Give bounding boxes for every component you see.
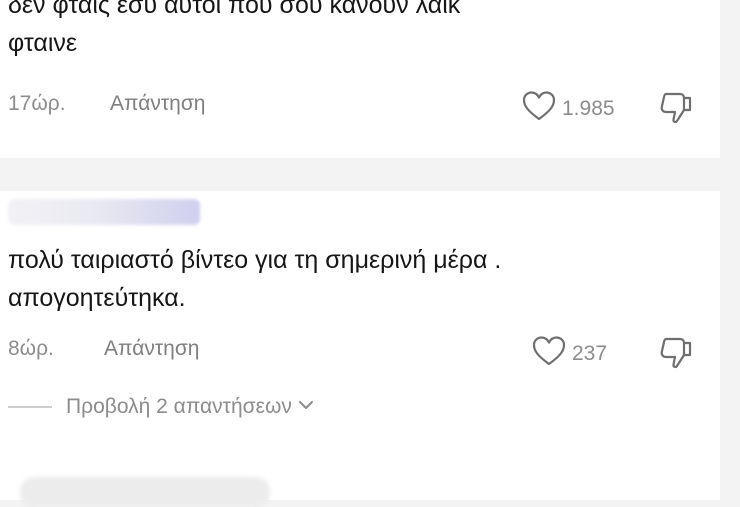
heart-icon	[522, 90, 556, 128]
reply-button[interactable]: Απάντηση	[104, 337, 199, 361]
comment-text: δεν φταις εσύ αυτοί που σου κάνουν λαικ …	[8, 0, 460, 62]
comment-timestamp: 8ώρ.	[8, 337, 54, 360]
comment-text-line-1: δεν φταις εσύ αυτοί που σου κάνουν λαικ	[8, 0, 461, 19]
like-count: 1.985	[562, 97, 615, 120]
comment-card: δεν φταις εσύ αυτοί που σου κάνουν λαικ …	[0, 0, 720, 158]
like-count: 237	[572, 342, 608, 365]
comment-timestamp: 17ώρ.	[8, 92, 66, 115]
thumbs-down-icon	[656, 92, 696, 129]
blurred-next-comment	[20, 477, 270, 507]
reply-button[interactable]: Απάντηση	[110, 92, 205, 116]
thumbs-down-icon	[656, 337, 696, 374]
blurred-username	[8, 199, 200, 225]
comment-meta: 17ώρ. Απάντηση 1.985	[8, 90, 720, 124]
like-button[interactable]: 1.985	[522, 90, 615, 128]
comment-card: πολύ ταιριαστό βίντεο για τη σημερινή μέ…	[0, 191, 720, 507]
comment-text-line-2: φταινε	[8, 29, 78, 57]
view-replies-label: Προβολή 2 απαντήσεων	[66, 395, 292, 418]
comment-text: πολύ ταιριαστό βίντεο για τη σημερινή μέ…	[8, 241, 501, 317]
divider-line	[8, 406, 52, 408]
view-replies-button[interactable]: Προβολή 2 απαντήσεων	[8, 395, 314, 419]
dislike-button[interactable]	[656, 90, 696, 130]
like-button[interactable]: 237	[532, 335, 607, 373]
comment-meta: 8ώρ. Απάντηση 237	[8, 335, 720, 369]
comment-text-line-2: απογοητεύτηκα.	[8, 284, 186, 312]
heart-icon	[532, 335, 566, 373]
chevron-down-icon	[298, 398, 314, 416]
dislike-button[interactable]	[656, 335, 696, 375]
comment-text-line-1: πολύ ταιριαστό βίντεο για τη σημερινή μέ…	[8, 246, 502, 274]
